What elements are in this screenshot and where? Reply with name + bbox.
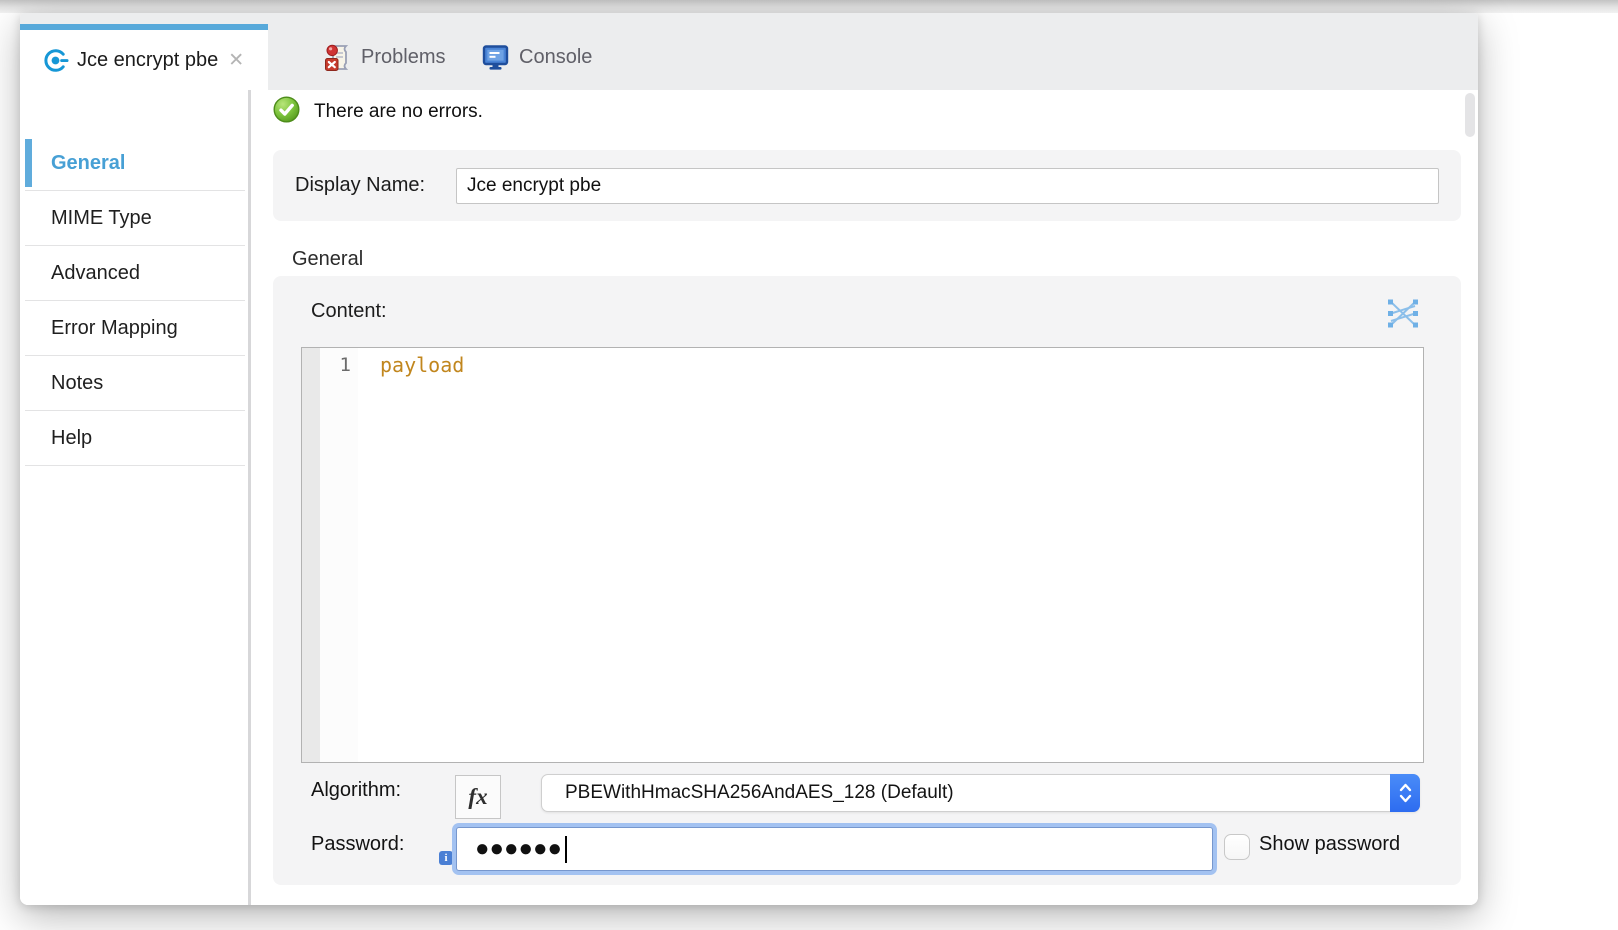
sidebar-item-general[interactable]: General <box>25 136 245 191</box>
show-password-checkbox[interactable] <box>1224 834 1250 860</box>
status-row: There are no errors. <box>273 98 483 126</box>
properties-window: Jce encrypt pbe ✕ Problems <box>20 13 1478 905</box>
crypto-connector-icon <box>42 47 69 74</box>
success-check-icon <box>273 96 300 128</box>
sidebar-item-advanced[interactable]: Advanced <box>25 246 245 301</box>
password-input[interactable]: ●●●●●● <box>456 827 1213 871</box>
sidebar-list: General MIME Type Advanced Error Mapping… <box>25 136 245 466</box>
show-password-label: Show password <box>1259 833 1400 856</box>
problems-icon <box>324 44 351 71</box>
vertical-scrollbar[interactable] <box>1465 93 1475 137</box>
window-top-shadow <box>0 0 1618 13</box>
tab-label: Console <box>519 46 592 69</box>
algorithm-selected-value: PBEWithHmacSHA256AndAES_128 (Default) <box>565 775 954 811</box>
content-code-editor[interactable]: 1 payload <box>301 347 1424 763</box>
page: Jce encrypt pbe ✕ Problems <box>0 0 1618 930</box>
tab-jce-encrypt-pbe[interactable]: Jce encrypt pbe ✕ <box>20 24 268 90</box>
sidebar-item-help[interactable]: Help <box>25 411 245 466</box>
console-icon <box>482 44 509 71</box>
sidebar-item-mime-type[interactable]: MIME Type <box>25 191 245 246</box>
editor-code-text[interactable]: payload <box>358 348 1423 762</box>
fx-expression-button[interactable]: fx <box>455 775 501 819</box>
tab-console[interactable]: Console <box>460 24 592 90</box>
display-name-panel: Display Name: Jce encrypt pbe <box>273 150 1461 221</box>
tab-problems[interactable]: Problems <box>302 24 445 90</box>
display-name-input[interactable]: Jce encrypt pbe <box>456 168 1439 204</box>
tab-label: Problems <box>361 46 445 69</box>
sidebar-item-notes[interactable]: Notes <box>25 356 245 411</box>
main-content: There are no errors. Display Name: Jce e… <box>251 90 1478 905</box>
password-masked-value: ●●●●●● <box>475 837 562 861</box>
sidebar-item-error-mapping[interactable]: Error Mapping <box>25 301 245 356</box>
info-icon[interactable]: i <box>439 851 453 865</box>
tab-label: Jce encrypt pbe <box>77 49 218 72</box>
password-label: Password: <box>311 833 404 856</box>
editor-line-number: 1 <box>320 348 358 762</box>
algorithm-select[interactable]: PBEWithHmacSHA256AndAES_128 (Default) <box>541 774 1420 812</box>
properties-sidebar: General MIME Type Advanced Error Mapping… <box>20 90 248 905</box>
general-panel: Content: <box>273 276 1461 885</box>
editor-annotation-gutter <box>302 348 320 762</box>
algorithm-label: Algorithm: <box>311 779 401 802</box>
close-icon[interactable]: ✕ <box>228 51 244 70</box>
content-label: Content: <box>311 300 387 323</box>
general-section-title: General <box>292 248 363 271</box>
status-message: There are no errors. <box>314 101 483 123</box>
text-caret <box>565 836 567 863</box>
dataweave-transform-icon[interactable] <box>1387 298 1419 329</box>
display-name-label: Display Name: <box>295 150 425 221</box>
tab-strip: Jce encrypt pbe ✕ Problems <box>20 13 1478 90</box>
select-stepper-icon <box>1390 774 1420 812</box>
